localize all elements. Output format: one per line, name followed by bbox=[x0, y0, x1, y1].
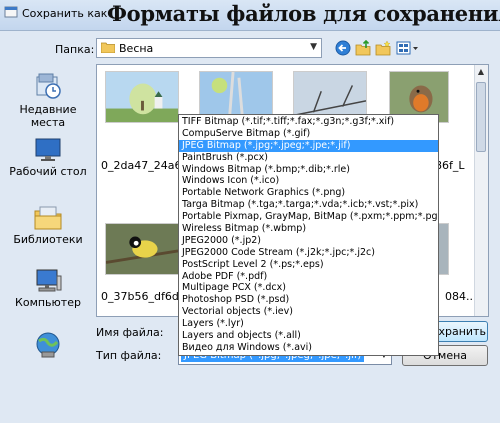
filetype-option[interactable]: Windows Icon (*.ico) bbox=[179, 175, 438, 187]
thumbnail-titmouse[interactable] bbox=[105, 223, 179, 275]
filetype-option[interactable]: JPEG2000 (*.jp2) bbox=[179, 235, 438, 247]
thumbnail-church-tree[interactable] bbox=[105, 71, 179, 123]
filetype-option[interactable]: JPEG Bitmap (*.jpg;*.jpeg;*.jpe;*.jif) bbox=[179, 139, 438, 152]
place-computer[interactable]: Компьютер bbox=[8, 268, 88, 309]
filetype-label: Тип файла: bbox=[96, 349, 162, 362]
view-menu-icon[interactable] bbox=[396, 40, 420, 56]
place-label: Недавние места bbox=[19, 103, 77, 129]
filetype-option[interactable]: Layers (*.lyr) bbox=[179, 318, 438, 330]
filetype-option[interactable]: Vectorial objects (*.iev) bbox=[179, 306, 438, 318]
libraries-icon bbox=[34, 206, 62, 230]
place-label: Библиотеки bbox=[13, 233, 83, 246]
filetype-option[interactable]: Wireless Bitmap (*.wbmp) bbox=[179, 223, 438, 235]
window-title: Сохранить как bbox=[22, 7, 108, 20]
computer-icon bbox=[36, 269, 62, 292]
recent-places-icon bbox=[36, 73, 61, 99]
filename-label: Имя файла: bbox=[96, 326, 164, 339]
folder-icon bbox=[101, 42, 115, 53]
filetype-option[interactable]: CompuServe Bitmap (*.gif) bbox=[179, 128, 438, 140]
up-folder-icon[interactable] bbox=[355, 40, 371, 56]
filetype-option[interactable]: Windows Bitmap (*.bmp;*.dib;*.rle) bbox=[179, 164, 438, 176]
place-libraries[interactable]: Библиотеки bbox=[8, 203, 88, 246]
chevron-down-icon[interactable]: ▼ bbox=[310, 42, 317, 52]
file-name[interactable]: 86f_L bbox=[435, 159, 465, 172]
file-name[interactable]: 084... bbox=[445, 290, 477, 303]
filetype-option[interactable]: Multipage PCX (*.dcx) bbox=[179, 282, 438, 294]
filetype-option[interactable]: Photoshop PSD (*.psd) bbox=[179, 294, 438, 306]
filetype-option[interactable]: Targa Bitmap (*.tga;*.targa;*.vda;*.icb;… bbox=[179, 199, 438, 211]
filetype-option[interactable]: Portable Pixmap, GrayMap, BitMap (*.pxm;… bbox=[179, 211, 438, 223]
place-label: Компьютер bbox=[15, 296, 81, 309]
network-icon bbox=[36, 332, 60, 358]
filetype-option[interactable]: Видео для Windows (*.avi) bbox=[179, 342, 438, 354]
banner-heading: Форматы файлов для сохранения bbox=[107, 1, 500, 26]
save-dialog-icon bbox=[4, 6, 18, 18]
place-desktop[interactable]: Рабочий стол bbox=[8, 137, 88, 178]
filetype-option[interactable]: JPEG2000 Code Stream (*.j2k;*.jpc;*.j2c) bbox=[179, 247, 438, 259]
places-sidebar: Недавние места Рабочий стол Библиотеки К… bbox=[8, 65, 88, 415]
place-label: Рабочий стол bbox=[9, 165, 87, 178]
place-network[interactable] bbox=[8, 331, 88, 361]
filetype-option[interactable]: TIFF Bitmap (*.tif;*.tiff;*.fax;*.g3n;*.… bbox=[179, 116, 438, 128]
folder-name: Весна bbox=[119, 42, 154, 55]
filetype-option[interactable]: Layers and objects (*.all) bbox=[179, 330, 438, 342]
new-folder-icon[interactable] bbox=[375, 40, 391, 56]
desktop-icon bbox=[35, 138, 61, 161]
scroll-thumb[interactable] bbox=[476, 82, 486, 152]
place-recent[interactable]: Недавние места bbox=[8, 71, 88, 129]
scroll-up-icon[interactable]: ▲ bbox=[474, 65, 488, 79]
folder-label: Папка: bbox=[55, 43, 95, 56]
filetype-dropdown-list[interactable]: TIFF Bitmap (*.tif;*.tiff;*.fax;*.g3n;*.… bbox=[178, 114, 439, 356]
filetype-option[interactable]: Portable Network Graphics (*.png) bbox=[179, 187, 438, 199]
back-icon[interactable] bbox=[335, 40, 351, 56]
filetype-option[interactable]: PostScript Level 2 (*.ps;*.eps) bbox=[179, 259, 438, 271]
filetype-option[interactable]: Adobe PDF (*.pdf) bbox=[179, 271, 438, 283]
folder-combo[interactable]: Весна ▼ bbox=[96, 38, 322, 58]
filetype-option[interactable]: PaintBrush (*.pcx) bbox=[179, 152, 438, 164]
